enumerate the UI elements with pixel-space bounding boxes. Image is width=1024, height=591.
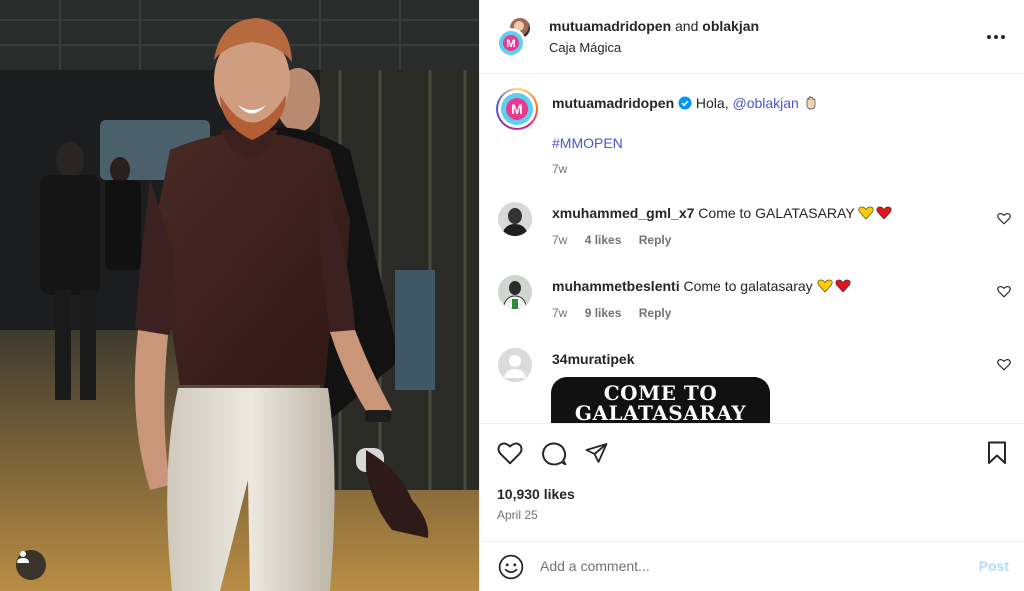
profile-photo xyxy=(498,202,532,236)
author-link-oblakjan[interactable]: oblakjan xyxy=(702,18,759,34)
post-comment-button[interactable]: Post xyxy=(979,558,1009,574)
comment-image-text-line1: COME TO xyxy=(603,381,718,405)
avatar[interactable] xyxy=(498,202,532,236)
comment-message: Come to GALATASARAY xyxy=(698,205,855,221)
author-link-mutuamadridopen[interactable]: mutuamadridopen xyxy=(549,18,671,34)
post-date[interactable]: April 25 xyxy=(497,508,538,522)
bookmark-icon xyxy=(988,441,1006,464)
more-options-icon xyxy=(987,35,1005,39)
avatar[interactable] xyxy=(498,275,532,309)
post-photo[interactable] xyxy=(0,0,479,591)
mmopen-logo-icon: M xyxy=(501,93,533,125)
reply-button[interactable]: Reply xyxy=(639,306,672,320)
comment-input[interactable]: Add a comment... xyxy=(540,558,650,574)
user-tag-icon xyxy=(17,551,29,563)
svg-text:M: M xyxy=(506,38,515,50)
waving-hand-emoji-icon xyxy=(806,96,816,110)
verified-badge-icon xyxy=(678,96,692,110)
profile-photo xyxy=(498,275,532,309)
comment-username[interactable]: xmuhammed_gml_x7 xyxy=(552,205,694,221)
smiley-icon xyxy=(498,554,524,580)
authors-connector: and xyxy=(675,18,699,34)
comment-button[interactable] xyxy=(541,441,567,472)
comment-image[interactable]: COME TO GALATASARAY xyxy=(551,377,770,423)
comment-text: 34muratipek xyxy=(552,349,982,369)
comment-time[interactable]: 7w xyxy=(552,306,567,320)
comment-like-button[interactable] xyxy=(997,212,1011,230)
caption-avatar[interactable]: M xyxy=(496,88,538,130)
collab-avatars[interactable]: M xyxy=(496,16,536,58)
likes-count[interactable]: 10,930 likes xyxy=(497,486,575,502)
post-authors: mutuamadridopen and oblakjan xyxy=(549,18,759,34)
caption-hashtag[interactable]: #MMOPEN xyxy=(552,133,982,153)
comment-username[interactable]: muhammetbeslenti xyxy=(552,278,680,294)
comment-text: xmuhammed_gml_x7 Come to GALATASARAY xyxy=(552,203,982,223)
paper-plane-icon xyxy=(585,443,608,463)
caption-text: mutuamadridopen Hola, @oblakjan xyxy=(552,93,982,113)
yellow-red-hearts-emoji-icon xyxy=(858,206,892,220)
heart-icon xyxy=(997,213,1011,225)
post-side-panel: M mutuamadridopen and oblakjan Caja Mági… xyxy=(479,0,1024,591)
heart-icon xyxy=(997,286,1011,298)
comment-like-button[interactable] xyxy=(997,285,1011,303)
save-button[interactable] xyxy=(986,441,1008,470)
reply-button[interactable]: Reply xyxy=(639,233,672,247)
avatar-mutuamadridopen: M xyxy=(496,28,526,58)
user-tag-button[interactable] xyxy=(16,550,46,580)
comment-likes[interactable]: 9 likes xyxy=(585,306,622,320)
default-avatar-icon xyxy=(498,348,532,382)
svg-text:M: M xyxy=(511,101,523,117)
comment-text: muhammetbeslenti Come to galatasaray xyxy=(552,276,982,296)
comment-time[interactable]: 7w xyxy=(552,233,567,247)
like-button[interactable] xyxy=(497,441,523,470)
emoji-button[interactable] xyxy=(498,554,524,585)
comment-icon xyxy=(542,442,567,466)
post-header: M mutuamadridopen and oblakjan Caja Mági… xyxy=(480,0,1024,74)
comment-likes[interactable]: 4 likes xyxy=(585,233,622,247)
comment-image-text-line2: GALATASARAY xyxy=(574,401,747,423)
heart-icon xyxy=(497,442,523,465)
yellow-red-hearts-emoji-icon xyxy=(817,279,851,293)
caption-meta: 7w xyxy=(552,162,581,176)
caption-mention[interactable]: @oblakjan xyxy=(732,95,798,111)
post-actions: 10,930 likes April 25 xyxy=(480,423,1024,541)
heart-icon xyxy=(997,359,1011,371)
mmopen-logo-icon: M xyxy=(499,31,523,55)
comment-meta: 7w 4 likes Reply xyxy=(552,233,685,247)
caption-username[interactable]: mutuamadridopen xyxy=(552,95,674,111)
avatar[interactable] xyxy=(498,348,532,382)
photo-illustration xyxy=(0,0,479,591)
comment-like-button[interactable] xyxy=(997,358,1011,376)
comment-message: Come to galatasaray xyxy=(683,278,813,294)
comments-list[interactable]: M mutuamadridopen Hola, @oblakjan #MMOPE… xyxy=(480,74,1024,423)
add-comment-bar: Add a comment... Post xyxy=(480,541,1024,591)
comment-username[interactable]: 34muratipek xyxy=(552,351,634,367)
caption-time[interactable]: 7w xyxy=(552,162,567,176)
location-link[interactable]: Caja Mágica xyxy=(549,40,621,55)
more-options-button[interactable] xyxy=(986,24,1006,44)
caption-greeting: Hola, xyxy=(695,95,729,111)
share-button[interactable] xyxy=(584,441,609,470)
comment-meta: 7w 9 likes Reply xyxy=(552,306,685,320)
